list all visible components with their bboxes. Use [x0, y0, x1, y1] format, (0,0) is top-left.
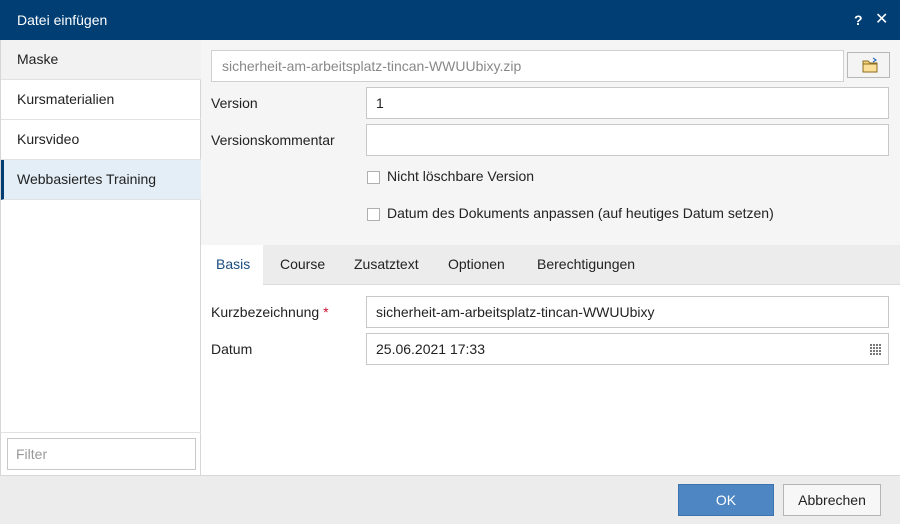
sidebar-item-webbasiertes-training[interactable]: Webbasiertes Training [1, 160, 201, 200]
date-input[interactable]: 25.06.2021 17:33 [366, 333, 889, 365]
short-name-label: Kurzbezeichnung * [211, 304, 329, 320]
version-label: Version [211, 95, 258, 111]
short-name-input[interactable]: sicherheit-am-arbeitsplatz-tincan-WWUUbi… [366, 296, 889, 328]
dialog-title: Datei einfügen [17, 12, 108, 28]
dialog-titlebar: Datei einfügen ? ✕ [0, 0, 900, 40]
tab-bar: Basis Course Zusatztext Optionen Berecht… [201, 245, 900, 286]
date-label: Datum [211, 341, 253, 357]
main-panel: sicherheit-am-arbeitsplatz-tincan-WWUUbi… [201, 40, 900, 475]
nondeletable-version-label: Nicht löschbare Version [387, 168, 535, 184]
date-value: 25.06.2021 17:33 [376, 341, 485, 357]
close-button[interactable]: ✕ [875, 11, 888, 29]
version-input[interactable]: 1 [366, 87, 889, 119]
file-section: sicherheit-am-arbeitsplatz-tincan-WWUUbi… [201, 40, 900, 245]
folder-icon [862, 57, 878, 73]
cancel-button[interactable]: Abbrechen [783, 484, 881, 516]
version-comment-label: Versionskommentar [211, 132, 335, 148]
help-button[interactable]: ? [854, 11, 863, 29]
nondeletable-version-checkbox[interactable] [367, 171, 380, 184]
ok-button[interactable]: OK [678, 484, 774, 516]
tab-course[interactable]: Course [265, 245, 340, 285]
tab-zusatztext[interactable]: Zusatztext [339, 245, 434, 285]
dialog-footer: OK Abbrechen [0, 475, 900, 524]
filter-area [1, 432, 201, 475]
calendar-icon[interactable] [870, 344, 882, 356]
browse-button[interactable] [847, 52, 890, 78]
sidebar-item-maske[interactable]: Maske [1, 40, 201, 80]
adjust-date-label: Datum des Dokuments anpassen (auf heutig… [387, 205, 774, 221]
required-marker: * [323, 304, 329, 320]
version-comment-input[interactable] [366, 124, 889, 156]
tab-optionen[interactable]: Optionen [433, 245, 520, 285]
file-name-field[interactable]: sicherheit-am-arbeitsplatz-tincan-WWUUbi… [211, 50, 844, 82]
tab-basis[interactable]: Basis [201, 245, 263, 286]
sidebar: Maske Kursmaterialien Kursvideo Webbasie… [0, 40, 201, 475]
sidebar-item-kursmaterialien[interactable]: Kursmaterialien [1, 80, 201, 120]
adjust-date-checkbox[interactable] [367, 208, 380, 221]
sidebar-item-kursvideo[interactable]: Kursvideo [1, 120, 201, 160]
tab-berechtigungen[interactable]: Berechtigungen [522, 245, 650, 285]
filter-input[interactable] [7, 438, 196, 470]
